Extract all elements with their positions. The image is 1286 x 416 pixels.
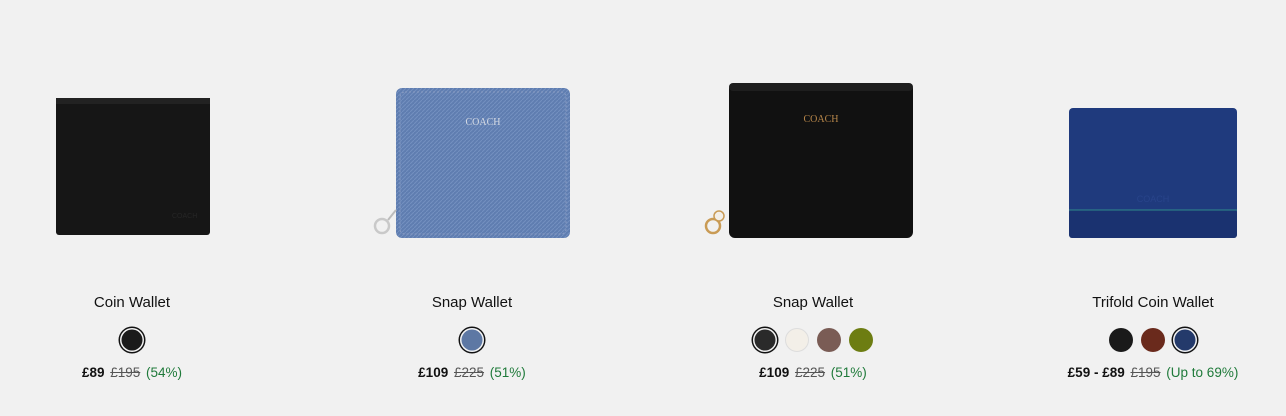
original-price: £195	[110, 365, 141, 380]
product-name[interactable]: Coin Wallet	[0, 294, 282, 311]
product-grid: COACH Coin Wallet £89 £195 (54%) COACH S…	[0, 0, 1286, 416]
current-price: £89	[81, 365, 105, 380]
product-name[interactable]: Trifold Coin Wallet	[1003, 294, 1286, 311]
color-swatch[interactable]	[785, 328, 809, 352]
discount-label: (51%)	[489, 365, 526, 380]
product-image[interactable]: COACH	[0, 40, 282, 270]
product-image[interactable]: COACH	[1003, 40, 1286, 270]
svg-text:COACH: COACH	[465, 117, 500, 128]
discount-label: (Up to 69%)	[1166, 365, 1239, 380]
product-image[interactable]: COACH	[663, 40, 963, 270]
color-swatch[interactable]	[1173, 328, 1197, 352]
color-swatches	[1003, 328, 1286, 352]
product-price: £109 £225 (51%)	[663, 365, 963, 380]
current-price: £109	[418, 365, 449, 380]
product-card[interactable]: COACH Snap Wallet £109 £225 (51%)	[322, 0, 622, 416]
svg-text:COACH: COACH	[172, 213, 197, 220]
original-price: £195	[1130, 365, 1161, 380]
color-swatch[interactable]	[1109, 328, 1133, 352]
product-price: £59 - £89 £195 (Up to 69%)	[1003, 365, 1286, 380]
current-price: £59 - £89	[1067, 365, 1125, 380]
product-card[interactable]: COACH Trifold Coin Wallet £59 - £89 £195…	[1003, 0, 1286, 416]
product-price: £109 £225 (51%)	[322, 365, 622, 380]
color-swatches	[0, 328, 282, 352]
color-swatch[interactable]	[849, 328, 873, 352]
color-swatch[interactable]	[753, 328, 777, 352]
product-price: £89 £195 (54%)	[0, 365, 282, 380]
color-swatch[interactable]	[1141, 328, 1165, 352]
current-price: £109	[759, 365, 790, 380]
product-image[interactable]: COACH	[322, 40, 622, 270]
color-swatch[interactable]	[817, 328, 841, 352]
discount-label: (54%)	[146, 365, 183, 380]
product-name[interactable]: Snap Wallet	[663, 294, 963, 311]
svg-text:COACH: COACH	[803, 114, 838, 125]
color-swatch[interactable]	[460, 328, 484, 352]
discount-label: (51%)	[830, 365, 867, 380]
product-name[interactable]: Snap Wallet	[322, 294, 622, 311]
original-price: £225	[794, 365, 826, 380]
svg-text:COACH: COACH	[1137, 194, 1170, 204]
color-swatches	[322, 328, 622, 352]
product-card[interactable]: COACH Snap Wallet £109 £225 (51%)	[663, 0, 963, 416]
color-swatches	[663, 328, 963, 352]
product-card[interactable]: COACH Coin Wallet £89 £195 (54%)	[0, 0, 282, 416]
color-swatch[interactable]	[120, 328, 144, 352]
original-price: £225	[453, 365, 485, 380]
